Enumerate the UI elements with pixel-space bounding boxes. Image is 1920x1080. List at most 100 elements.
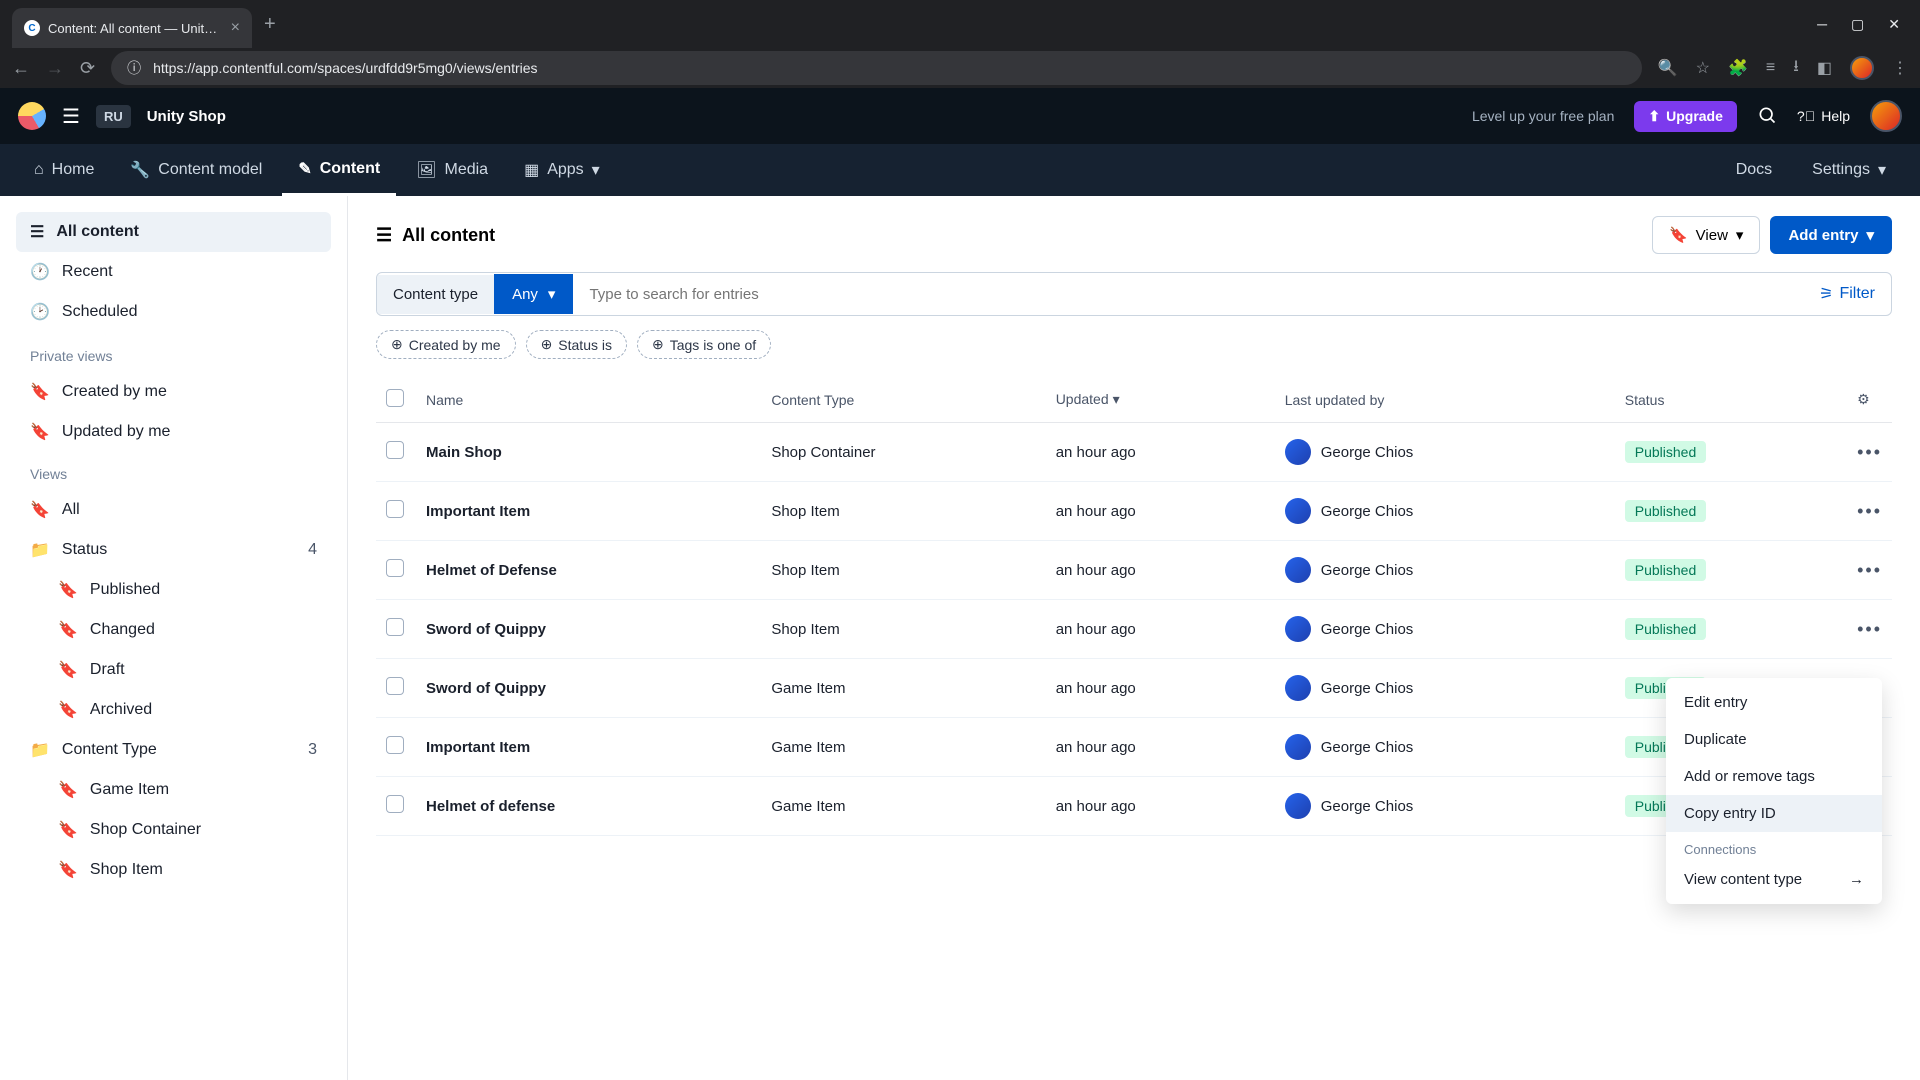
- cell-updated: an hour ago: [1046, 718, 1275, 777]
- row-checkbox[interactable]: [386, 736, 404, 754]
- favicon-icon: C: [24, 20, 40, 36]
- row-actions-button[interactable]: •••: [1857, 560, 1882, 580]
- sidebar-item-updated-by-me[interactable]: 🔖 Updated by me: [16, 412, 331, 452]
- contentful-logo-icon[interactable]: [18, 102, 46, 130]
- menu-copy-entry-id[interactable]: Copy entry ID: [1666, 795, 1882, 832]
- table-row[interactable]: Sword of Quippy Shop Item an hour ago Ge…: [376, 600, 1892, 659]
- close-window-icon[interactable]: ✕: [1888, 16, 1900, 33]
- new-tab-button[interactable]: +: [264, 13, 276, 36]
- sidepanel-icon[interactable]: ◧: [1817, 58, 1832, 78]
- view-button[interactable]: 🔖 View ▾: [1652, 216, 1760, 254]
- menu-section-label: Connections: [1666, 832, 1882, 861]
- extensions-icon[interactable]: 🧩: [1728, 58, 1748, 78]
- folder-icon: 📁: [30, 740, 50, 760]
- table-row[interactable]: Helmet of defense Game Item an hour ago …: [376, 777, 1892, 836]
- sidebar-item-shop-container[interactable]: 🔖Shop Container: [44, 810, 331, 850]
- table-row[interactable]: Important Item Shop Item an hour ago Geo…: [376, 482, 1892, 541]
- url-input[interactable]: ⓘ https://app.contentful.com/spaces/urdf…: [111, 51, 1642, 85]
- row-checkbox[interactable]: [386, 618, 404, 636]
- row-checkbox[interactable]: [386, 559, 404, 577]
- maximize-icon[interactable]: ▢: [1851, 16, 1864, 33]
- upgrade-button[interactable]: ⬆ Upgrade: [1634, 101, 1737, 132]
- browser-menu-icon[interactable]: ⋮: [1892, 58, 1908, 78]
- sidebar-item-all[interactable]: 🔖 All: [16, 490, 331, 530]
- row-checkbox[interactable]: [386, 441, 404, 459]
- sidebar-item-status[interactable]: 📁 Status 4: [16, 530, 331, 570]
- bookmark-icon[interactable]: ☆: [1696, 58, 1710, 78]
- sidebar-item-published[interactable]: 🔖Published: [44, 570, 331, 610]
- close-icon[interactable]: ×: [231, 19, 240, 37]
- minimize-icon[interactable]: ─: [1817, 16, 1827, 33]
- row-checkbox[interactable]: [386, 677, 404, 695]
- sidebar-item-content-type[interactable]: 📁 Content Type 3: [16, 730, 331, 770]
- content-type-select[interactable]: Any ▾: [494, 274, 573, 314]
- help-button[interactable]: ?⃝ Help: [1797, 108, 1850, 124]
- sidebar-item-recent[interactable]: 🕐 Recent: [16, 252, 331, 292]
- column-content-type[interactable]: Content Type: [761, 377, 1045, 423]
- cell-status: Published: [1615, 423, 1847, 482]
- gear-icon[interactable]: ⚙: [1857, 391, 1870, 407]
- sidebar-item-all-content[interactable]: ☰ All content: [16, 212, 331, 252]
- sidebar-item-shop-item[interactable]: 🔖Shop Item: [44, 850, 331, 890]
- column-name[interactable]: Name: [416, 377, 761, 423]
- nav-content-model[interactable]: 🔧 Content model: [114, 144, 278, 196]
- chevron-down-icon: ▾: [592, 160, 600, 180]
- zoom-icon[interactable]: 🔍: [1658, 58, 1678, 78]
- chip-tags[interactable]: ⊕Tags is one of: [637, 330, 771, 359]
- site-info-icon[interactable]: ⓘ: [127, 58, 141, 78]
- nav-home[interactable]: ⌂ Home: [18, 144, 110, 196]
- table-row[interactable]: Helmet of Defense Shop Item an hour ago …: [376, 541, 1892, 600]
- nav-settings[interactable]: Settings ▾: [1796, 144, 1902, 196]
- reload-icon[interactable]: ⟳: [80, 58, 95, 79]
- cell-name: Sword of Quippy: [416, 659, 761, 718]
- search-input[interactable]: [573, 275, 1803, 314]
- nav-apps[interactable]: ▦ Apps ▾: [508, 144, 616, 196]
- select-all-checkbox[interactable]: [386, 389, 404, 407]
- sidebar-item-created-by-me[interactable]: 🔖 Created by me: [16, 372, 331, 412]
- nav-docs[interactable]: Docs: [1720, 144, 1788, 196]
- chevron-down-icon: ▾: [1878, 160, 1886, 180]
- search-icon[interactable]: [1757, 105, 1777, 128]
- column-status[interactable]: Status: [1615, 377, 1847, 423]
- bookmark-icon: 🔖: [58, 780, 78, 800]
- sidebar-item-draft[interactable]: 🔖Draft: [44, 650, 331, 690]
- playlist-icon[interactable]: ≡: [1766, 59, 1775, 77]
- space-name[interactable]: Unity Shop: [147, 108, 226, 125]
- sidebar-item-scheduled[interactable]: 🕑 Scheduled: [16, 292, 331, 332]
- profile-avatar-icon[interactable]: [1850, 56, 1874, 80]
- window-controls: ─ ▢ ✕: [1817, 16, 1908, 33]
- forward-icon[interactable]: →: [46, 58, 64, 79]
- filter-button[interactable]: ⚞ Filter: [1803, 273, 1891, 315]
- menu-add-remove-tags[interactable]: Add or remove tags: [1666, 758, 1882, 795]
- column-updated[interactable]: Updated▾: [1046, 377, 1275, 423]
- menu-icon[interactable]: ☰: [62, 104, 80, 129]
- nav-media[interactable]: 🖼 Media: [400, 144, 504, 196]
- menu-view-content-type[interactable]: View content type →: [1666, 861, 1882, 898]
- browser-tab[interactable]: C Content: All content — Unity Sh ×: [12, 8, 252, 48]
- user-avatar-icon[interactable]: [1870, 100, 1902, 132]
- org-badge[interactable]: RU: [96, 105, 131, 128]
- chip-created-by-me[interactable]: ⊕Created by me: [376, 330, 516, 359]
- menu-duplicate[interactable]: Duplicate: [1666, 721, 1882, 758]
- column-last-updated-by[interactable]: Last updated by: [1275, 377, 1615, 423]
- row-checkbox[interactable]: [386, 500, 404, 518]
- sidebar-item-changed[interactable]: 🔖Changed: [44, 610, 331, 650]
- row-actions-button[interactable]: •••: [1857, 442, 1882, 462]
- table-row[interactable]: Important Item Game Item an hour ago Geo…: [376, 718, 1892, 777]
- row-actions-button[interactable]: •••: [1857, 501, 1882, 521]
- sidebar-item-game-item[interactable]: 🔖Game Item: [44, 770, 331, 810]
- table-row[interactable]: Sword of Quippy Game Item an hour ago Ge…: [376, 659, 1892, 718]
- downloads-icon[interactable]: ⭳: [1793, 55, 1799, 82]
- row-actions-button[interactable]: •••: [1857, 619, 1882, 639]
- add-entry-button[interactable]: Add entry ▾: [1770, 216, 1892, 254]
- row-checkbox[interactable]: [386, 795, 404, 813]
- chip-status-is[interactable]: ⊕Status is: [526, 330, 627, 359]
- menu-edit-entry[interactable]: Edit entry: [1666, 684, 1882, 721]
- user-avatar-icon: [1285, 793, 1311, 819]
- cell-last-updated-by: George Chios: [1275, 423, 1615, 482]
- sidebar-item-archived[interactable]: 🔖Archived: [44, 690, 331, 730]
- nav-content[interactable]: ✎ Content: [282, 144, 396, 196]
- back-icon[interactable]: ←: [12, 58, 30, 79]
- cell-status: Published: [1615, 600, 1847, 659]
- table-row[interactable]: Main Shop Shop Container an hour ago Geo…: [376, 423, 1892, 482]
